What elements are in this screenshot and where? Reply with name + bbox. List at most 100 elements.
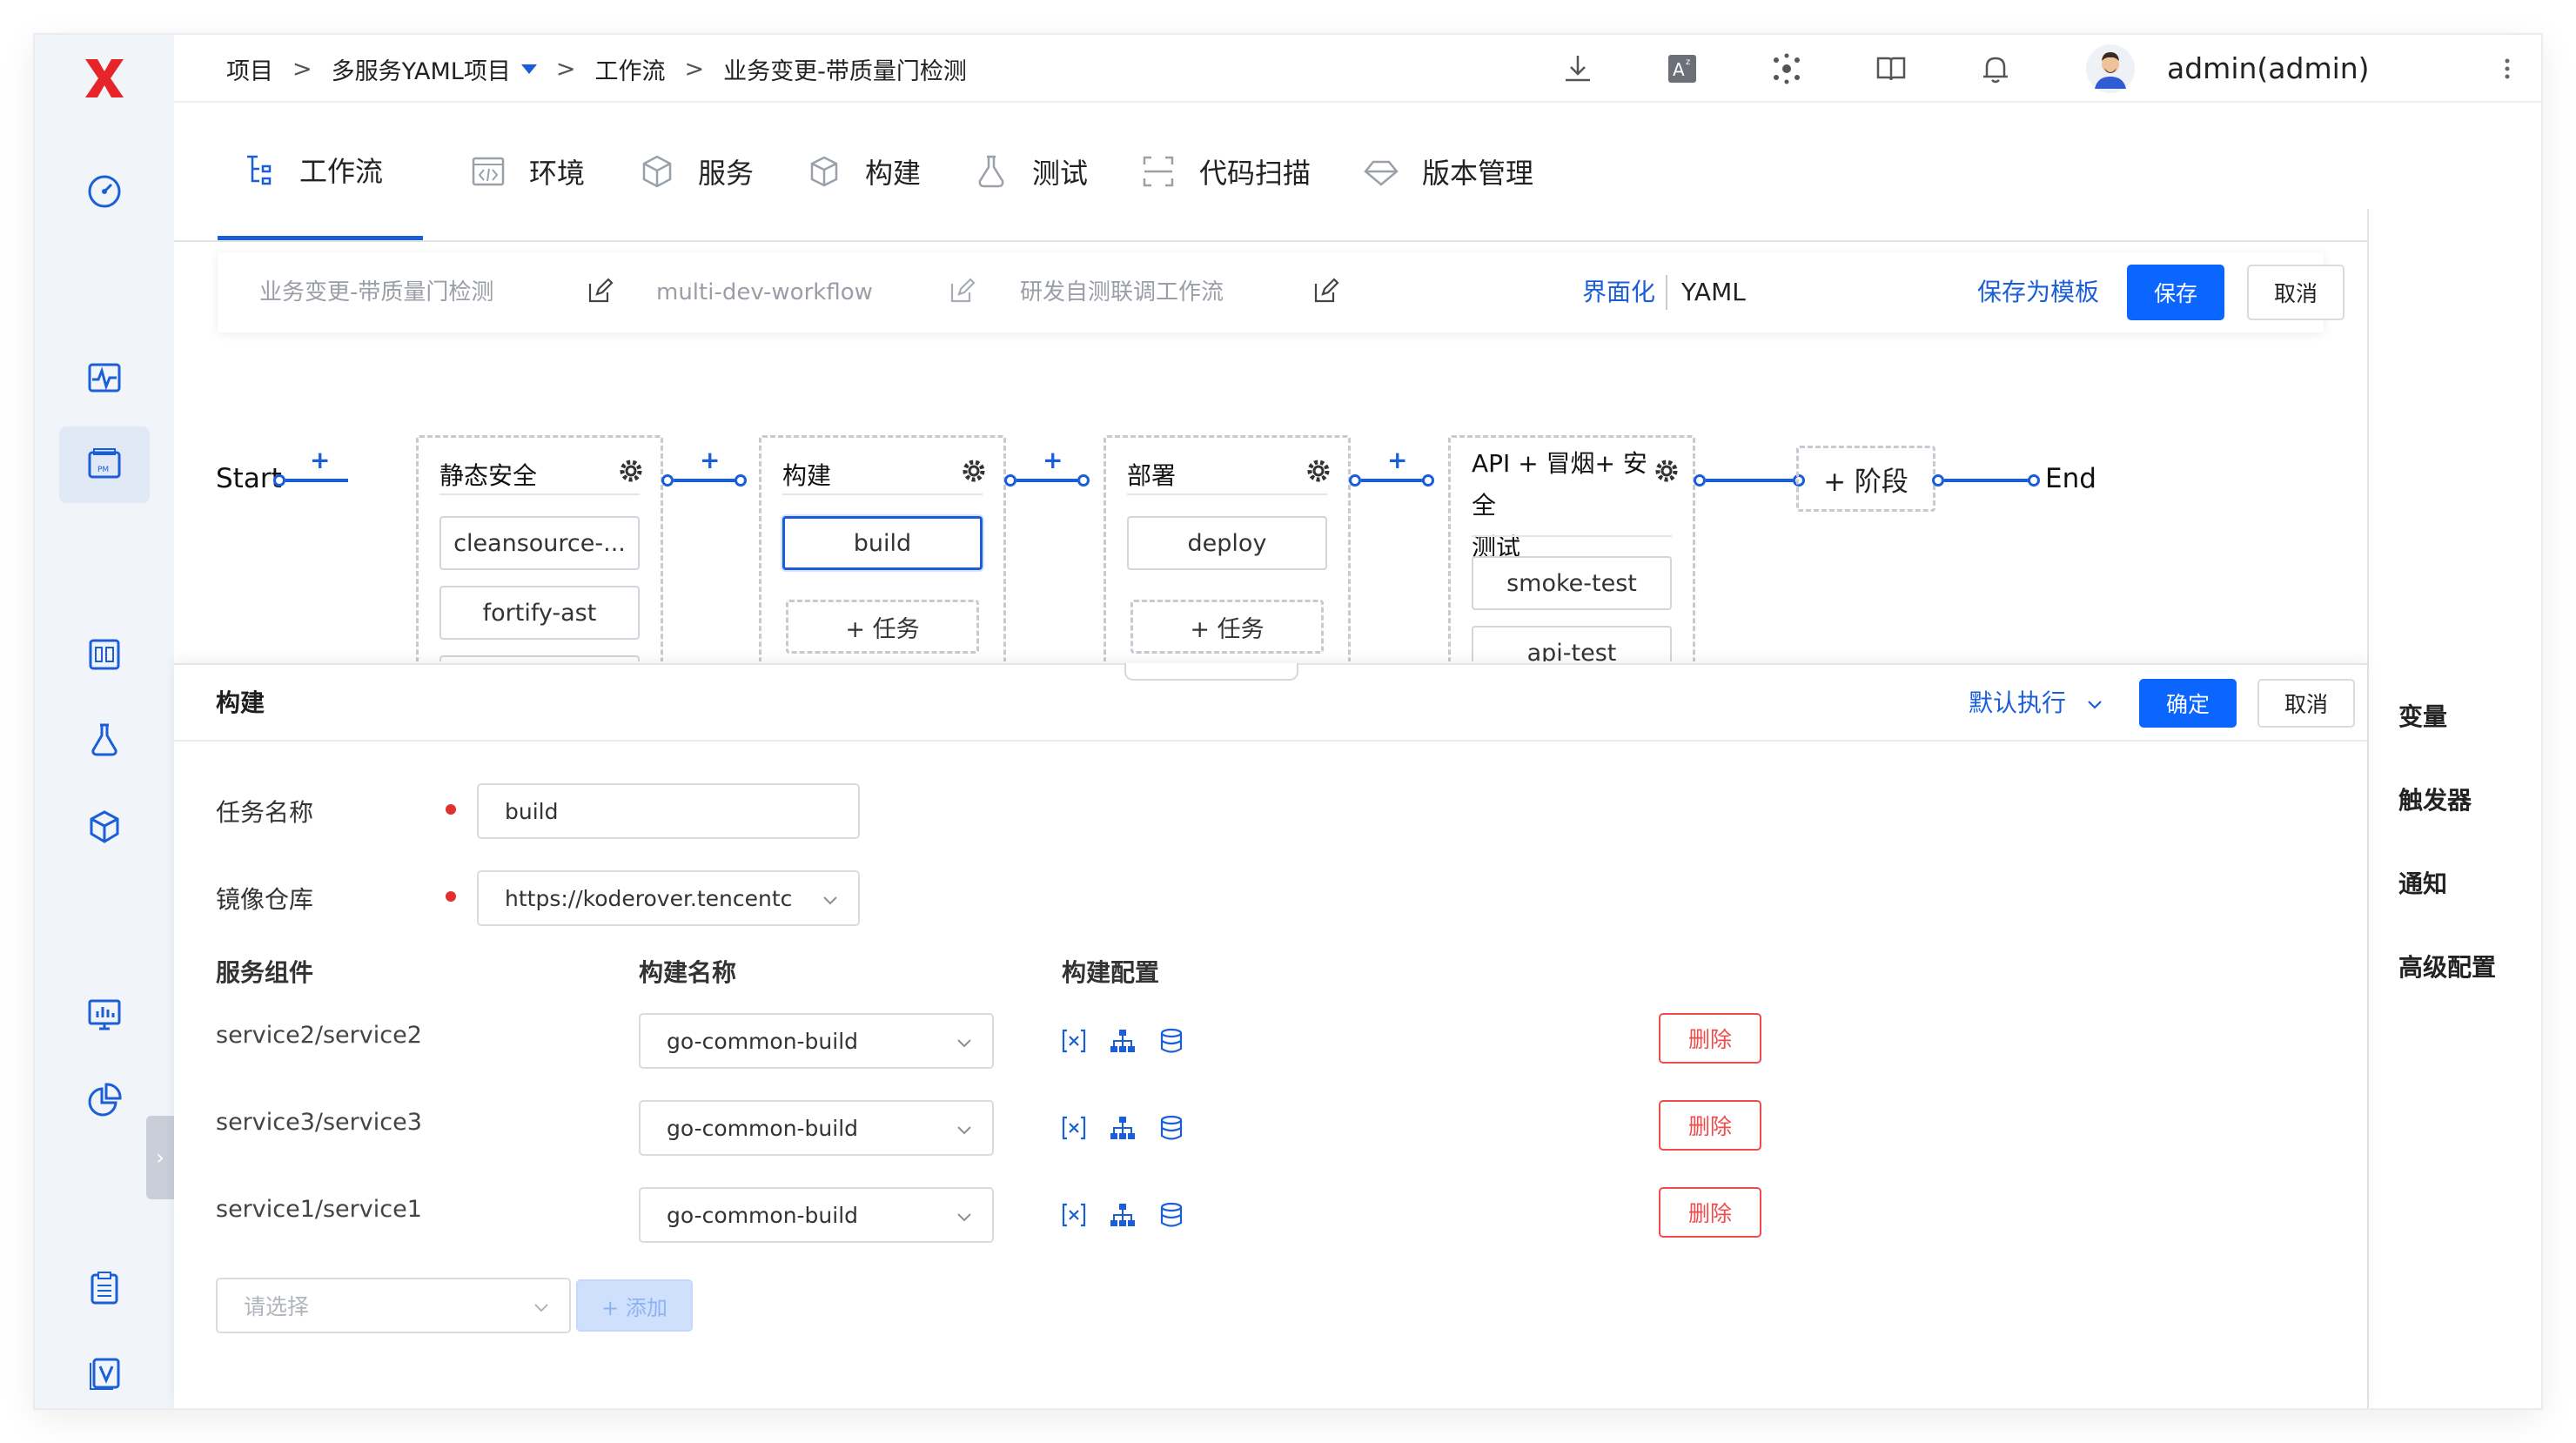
job-smoke-test[interactable]: smoke-test: [1472, 556, 1672, 610]
breadcrumb-workflow: 业务变更-带质量门检测: [723, 57, 967, 85]
add-service-button[interactable]: + 添加: [576, 1279, 693, 1332]
job-api-test[interactable]: api-test: [1472, 626, 1672, 661]
breadcrumb-project-name[interactable]: 多服务YAML项目: [332, 52, 511, 86]
tab-label: 版本管理: [1422, 157, 1534, 190]
rp-notifications[interactable]: 通知: [2398, 865, 2447, 900]
variable-icon[interactable]: [1060, 1027, 1088, 1055]
database-icon[interactable]: [1157, 1201, 1185, 1229]
gear-icon[interactable]: [1303, 455, 1334, 487]
gear-icon[interactable]: [958, 455, 989, 487]
sidebar-expand-handle[interactable]: ›: [146, 1116, 174, 1199]
workflow-identifier[interactable]: multi-dev-workflow: [656, 252, 873, 332]
confirm-button[interactable]: 确定: [2139, 679, 2237, 728]
add-stage-plus[interactable]: +: [700, 446, 720, 474]
stage-build[interactable]: 构建 build + 任务: [759, 435, 1006, 661]
tab-test[interactable]: 测试: [973, 103, 1088, 240]
rp-variables[interactable]: 变量: [2398, 698, 2447, 733]
variable-icon[interactable]: [1060, 1114, 1088, 1142]
stage-static-security[interactable]: 静态安全 cleansource-... fortify-ast: [416, 435, 663, 661]
service-select[interactable]: 请选择: [216, 1278, 571, 1333]
tab-version[interactable]: 版本管理: [1363, 103, 1533, 240]
job-more[interactable]: [439, 655, 640, 661]
database-icon[interactable]: [1157, 1027, 1185, 1055]
edit-icon[interactable]: [947, 277, 976, 306]
rp-triggers[interactable]: 触发器: [2398, 782, 2472, 816]
breadcrumb-section[interactable]: 工作流: [594, 52, 665, 86]
project-icon[interactable]: PM: [59, 426, 150, 503]
cluster-icon[interactable]: [1767, 49, 1807, 89]
add-stage-plus[interactable]: +: [1387, 446, 1407, 474]
job-build[interactable]: build: [782, 516, 983, 570]
add-job-button[interactable]: + 任务: [1130, 600, 1324, 654]
add-stage-button[interactable]: + 阶段: [1796, 446, 1935, 512]
delete-button[interactable]: 删除: [1659, 1100, 1761, 1151]
edit-icon[interactable]: [1311, 277, 1340, 306]
scan-icon: [1143, 156, 1174, 187]
workflow-description[interactable]: 研发自测联调工作流: [1020, 252, 1224, 332]
stage-api-smoke-security[interactable]: API + 冒烟+ 安全 测试 smoke-test api-test: [1448, 435, 1695, 661]
hierarchy-icon[interactable]: [1109, 1201, 1137, 1229]
divider: [782, 493, 983, 495]
registry-select[interactable]: https://koderover.tencentc: [477, 870, 860, 926]
version-icon[interactable]: [59, 1335, 150, 1408]
logo-icon[interactable]: [78, 52, 131, 104]
job-fortify-ast[interactable]: fortify-ast: [439, 586, 640, 640]
breadcrumb-separator: >: [555, 55, 576, 83]
job-cleansource[interactable]: cleansource-...: [439, 516, 640, 570]
cube-icon[interactable]: [59, 789, 150, 865]
dashboard-icon[interactable]: [59, 153, 150, 230]
breadcrumb-project[interactable]: 项目: [226, 52, 273, 86]
user-name[interactable]: admin(admin): [2167, 35, 2370, 103]
build-select[interactable]: go-common-build: [639, 1100, 994, 1156]
tab-service[interactable]: 服务: [639, 103, 754, 240]
pipeline-canvas: Start + 静态安全 cleansource-... fortify-ast…: [174, 400, 2367, 661]
build-select[interactable]: go-common-build: [639, 1013, 994, 1069]
translate-icon[interactable]: Az: [1662, 49, 1702, 89]
database-icon[interactable]: [1157, 1114, 1185, 1142]
variable-icon[interactable]: [1060, 1201, 1088, 1229]
save-as-template-link[interactable]: 保存为模板: [1977, 252, 2099, 332]
gear-icon[interactable]: [1651, 455, 1682, 487]
cancel-button[interactable]: 取消: [2247, 265, 2345, 320]
workflow-icon: [247, 155, 272, 185]
save-button[interactable]: 保存: [2127, 265, 2224, 320]
pipeline-collapse-handle[interactable]: [1124, 663, 1298, 681]
hierarchy-icon[interactable]: [1109, 1027, 1137, 1055]
divider: [1127, 493, 1327, 495]
add-stage-plus[interactable]: +: [1043, 446, 1063, 474]
build-select[interactable]: go-common-build: [639, 1187, 994, 1243]
stage-deploy[interactable]: 部署 deploy + 任务: [1104, 435, 1351, 661]
tab-build[interactable]: 构建: [806, 103, 921, 240]
panel-cancel-button[interactable]: 取消: [2257, 679, 2355, 728]
connector-dot: [1077, 474, 1090, 487]
avatar[interactable]: [2085, 44, 2136, 94]
delete-button[interactable]: 删除: [1659, 1187, 1761, 1238]
hierarchy-icon[interactable]: [1109, 1114, 1137, 1142]
workflow-display-name[interactable]: 业务变更-带质量门检测: [259, 252, 493, 332]
pie-chart-icon[interactable]: [59, 1062, 150, 1138]
exec-mode-select[interactable]: 默认执行: [1969, 665, 2103, 742]
test-flask-icon[interactable]: [59, 701, 150, 778]
add-stage-plus[interactable]: +: [310, 446, 330, 474]
add-job-button[interactable]: + 任务: [786, 600, 979, 654]
view-ui-toggle[interactable]: 界面化: [1582, 252, 1655, 332]
delete-button[interactable]: 删除: [1659, 1013, 1761, 1064]
bell-icon[interactable]: [1976, 49, 2016, 89]
report-icon[interactable]: [59, 616, 150, 693]
view-yaml-toggle[interactable]: YAML: [1681, 252, 1746, 332]
tab-code-scan[interactable]: 代码扫描: [1140, 103, 1311, 240]
gear-icon[interactable]: [615, 455, 647, 487]
book-icon[interactable]: [1871, 49, 1911, 89]
more-icon[interactable]: [2487, 49, 2527, 89]
stats-icon[interactable]: [59, 977, 150, 1053]
monitor-icon[interactable]: [59, 339, 150, 416]
clipboard-icon[interactable]: [59, 1250, 150, 1326]
rp-advanced[interactable]: 高级配置: [2398, 949, 2496, 983]
chevron-down-icon[interactable]: [520, 64, 537, 74]
tab-workflow[interactable]: 工作流: [218, 103, 423, 240]
tab-environment[interactable]: 环境: [470, 103, 585, 240]
edit-icon[interactable]: [585, 277, 614, 306]
download-icon[interactable]: [1558, 49, 1598, 89]
job-deploy[interactable]: deploy: [1127, 516, 1327, 570]
task-name-input[interactable]: build: [477, 783, 860, 839]
